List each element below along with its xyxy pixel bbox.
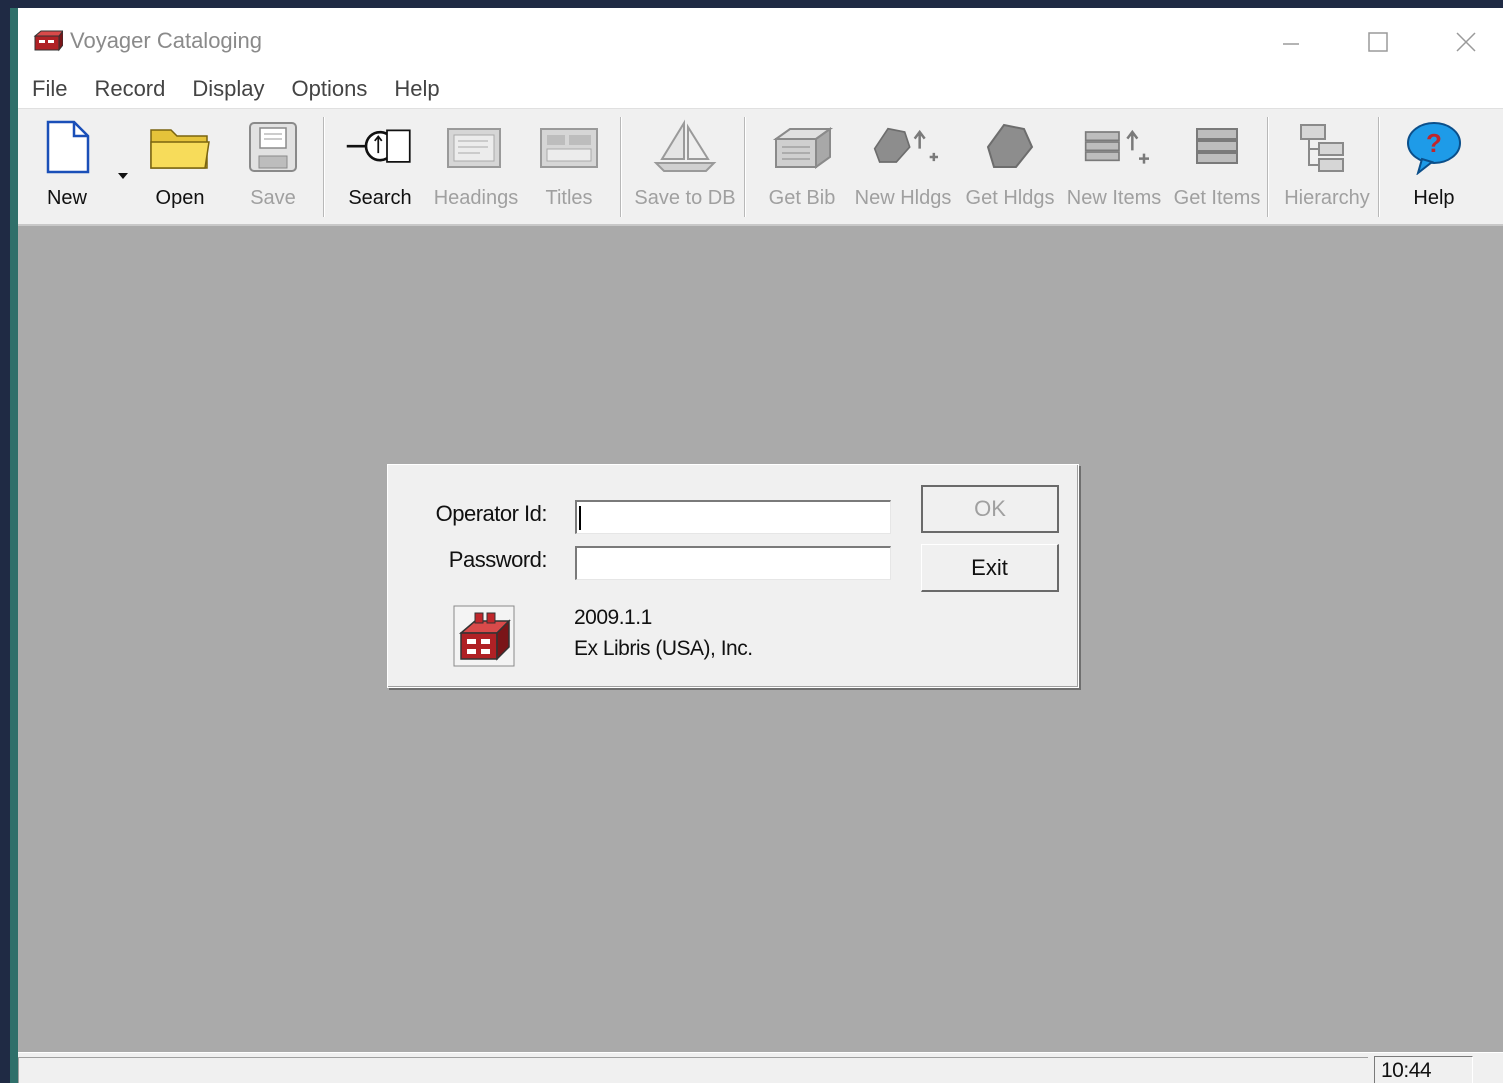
floppy-disk-icon (238, 115, 308, 179)
new-items-button[interactable]: New Items (1066, 115, 1162, 219)
open-folder-icon (145, 115, 215, 179)
titles-list-icon (534, 115, 604, 179)
toolbar-separator (620, 117, 622, 217)
new-items-icon (1079, 115, 1149, 179)
help-button[interactable]: ? Help (1398, 115, 1470, 219)
workspace: Operator Id: Password: OK Exit 2009.1.1 … (18, 226, 1503, 1052)
new-holdings-icon (868, 115, 938, 179)
minimize-icon (1283, 43, 1299, 45)
items-icon (1182, 115, 1252, 179)
help-label: Help (1413, 187, 1455, 209)
new-items-label: New Items (1066, 187, 1162, 209)
menu-options[interactable]: Options (292, 76, 368, 102)
get-items-label: Get Items (1173, 187, 1261, 209)
hierarchy-label: Hierarchy (1284, 187, 1370, 209)
headings-label: Headings (433, 187, 519, 209)
search-label: Search (348, 187, 412, 209)
app-frame: Voyager Cataloging File Record Display O… (18, 8, 1503, 1083)
get-items-button[interactable]: Get Items (1172, 115, 1262, 219)
toolbar-separator (1378, 117, 1380, 217)
search-magnifier-icon (345, 115, 415, 179)
toolbar-separator (1267, 117, 1269, 217)
menu-bar: File Record Display Options Help (18, 70, 1503, 108)
status-message-pane (18, 1057, 1368, 1083)
chevron-down-icon (118, 173, 128, 179)
bib-record-icon (767, 115, 837, 179)
new-label: New (46, 187, 87, 209)
save-button[interactable]: Save (240, 115, 306, 219)
new-hldgs-button[interactable]: New Hldgs (851, 115, 955, 219)
new-button[interactable]: New (32, 115, 102, 219)
save-label: Save (250, 187, 296, 209)
operator-id-input[interactable] (575, 500, 891, 534)
window-frame (10, 8, 18, 1083)
maximize-button[interactable] (1358, 26, 1398, 58)
get-bib-label: Get Bib (768, 187, 836, 209)
new-document-icon (32, 115, 102, 179)
maximize-icon (1368, 32, 1388, 52)
get-hldgs-label: Get Hldgs (965, 187, 1055, 209)
holdings-icon (975, 115, 1045, 179)
card-catalog-icon (453, 605, 515, 667)
get-bib-button[interactable]: Get Bib (765, 115, 839, 219)
open-label: Open (155, 187, 205, 209)
password-label: Password: (448, 547, 548, 572)
password-input[interactable] (575, 546, 891, 580)
company-text: Ex Libris (USA), Inc. (574, 637, 753, 660)
sailboat-icon (650, 115, 720, 179)
hierarchy-tree-icon (1292, 115, 1362, 179)
save-to-db-label: Save to DB (634, 187, 736, 209)
minimize-button[interactable] (1271, 26, 1311, 58)
window-title: Voyager Cataloging (70, 28, 263, 53)
search-button[interactable]: Search (340, 115, 420, 219)
headings-list-icon (441, 115, 511, 179)
exit-button[interactable]: Exit (921, 544, 1059, 592)
get-hldgs-button[interactable]: Get Hldgs (964, 115, 1056, 219)
titles-button[interactable]: Titles (536, 115, 602, 219)
close-icon (1456, 32, 1476, 52)
title-bar: Voyager Cataloging (18, 8, 1503, 70)
new-dropdown-arrow[interactable] (117, 167, 129, 185)
svg-text:?: ? (1426, 128, 1442, 158)
toolbar-separator (744, 117, 746, 217)
titles-label: Titles (545, 187, 593, 209)
new-hldgs-label: New Hldgs (854, 187, 952, 209)
headings-button[interactable]: Headings (431, 115, 521, 219)
card-catalog-icon (33, 29, 65, 57)
ok-button[interactable]: OK (921, 485, 1059, 533)
status-bar: 10:44 PM (18, 1052, 1503, 1083)
status-clock: 10:44 PM (1374, 1056, 1473, 1083)
menu-help[interactable]: Help (394, 76, 439, 102)
operator-id-label: Operator Id: (435, 501, 548, 526)
save-to-db-button[interactable]: Save to DB (633, 115, 737, 219)
close-button[interactable] (1446, 26, 1486, 58)
menu-file[interactable]: File (32, 76, 67, 102)
menu-record[interactable]: Record (94, 76, 165, 102)
login-dialog: Operator Id: Password: OK Exit 2009.1.1 … (387, 464, 1079, 688)
hierarchy-button[interactable]: Hierarchy (1280, 115, 1374, 219)
toolbar: New Open Save Search Headings Titles Sav… (18, 108, 1503, 226)
version-text: 2009.1.1 (574, 606, 652, 629)
toolbar-separator (323, 117, 325, 217)
open-button[interactable]: Open (143, 115, 217, 219)
menu-display[interactable]: Display (192, 76, 264, 102)
text-cursor (579, 506, 581, 530)
help-question-icon: ? (1399, 115, 1469, 179)
